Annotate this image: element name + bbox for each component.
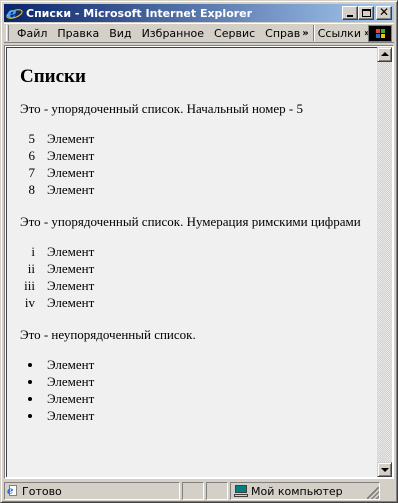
list-number: 7 [28,165,36,180]
list-item: iii Элемент [20,277,366,294]
list-item-text: Элемент [47,165,95,180]
status-panel-main: e Готово [4,482,180,500]
list-item-text: Элемент [47,182,95,197]
list-item: Элемент [20,407,366,424]
browser-window: e Списки - Microsoft Internet Explorer ✕… [0,0,398,503]
resize-grip-icon[interactable] [367,487,379,499]
roman-list-intro: Это - упорядоченный список. Нумерация ри… [20,214,361,229]
status-bar: e Готово Мой компьютер [4,482,394,500]
list-item-text: Элемент [47,408,95,423]
windows-logo-icon [376,29,386,39]
scroll-up-button[interactable] [377,47,392,62]
list-number: iv [24,295,35,310]
status-panel-progress [182,482,204,500]
status-text: Готово [22,484,62,498]
content-frame: Списки Это - упорядоченный список. Начал… [4,45,394,479]
maximize-icon [362,9,371,17]
page-heading: Списки [20,66,86,87]
close-icon: ✕ [378,5,390,19]
minimize-icon [347,15,353,17]
roman-ordered-list: i Элемент ii Элемент iii Элемент iv Элемент [20,243,366,311]
list-number: ii [27,261,35,276]
list-item: iv Элемент [20,294,366,311]
ordered-list: 5 Элемент 6 Элемент 7 Элемент 8 Элемент [20,130,366,198]
list-item-text: Элемент [47,374,95,389]
list-item: 6 Элемент [20,147,366,164]
list-item-text: Элемент [47,244,95,259]
list-number: 6 [28,148,36,163]
list-item: 8 Элемент [20,181,366,198]
status-panel-zone: Мой компьютер [230,482,380,500]
unordered-list-intro: Это - неупорядоченный список. [20,327,196,342]
minimize-button[interactable] [342,6,358,20]
bullet-icon [20,407,47,424]
list-number: 5 [28,131,36,146]
list-item: Элемент [20,373,366,390]
menu-help[interactable]: Справ [260,27,301,40]
toolbar-grip[interactable] [6,25,9,41]
list-number: i [31,244,35,259]
scroll-down-button[interactable] [377,462,392,477]
window-controls: ✕ [342,5,392,20]
list-item-text: Элемент [47,278,95,293]
menu-tools[interactable]: Сервис [209,27,260,40]
title-bar[interactable]: e Списки - Microsoft Internet Explorer ✕ [4,4,394,22]
menu-view[interactable]: Вид [104,27,136,40]
list-item-text: Элемент [47,261,95,276]
list-item-text: Элемент [47,295,95,310]
list-item: Элемент [20,390,366,407]
close-button[interactable]: ✕ [376,5,392,20]
list-item: Элемент [20,356,366,373]
status-panel-security [206,482,228,500]
ordered-list-intro: Это - упорядоченный список. Начальный но… [20,101,303,116]
arrow-down-icon [381,468,389,472]
list-item: 5 Элемент [20,130,366,147]
window-title: Списки - Microsoft Internet Explorer [26,6,253,20]
my-computer-icon [234,485,248,497]
list-item: 7 Элемент [20,164,366,181]
list-item-text: Элемент [47,357,95,372]
document: Списки Это - упорядоченный список. Начал… [7,66,378,424]
bullet-icon [20,373,47,390]
list-item: ii Элемент [20,260,366,277]
list-item-text: Элемент [47,131,95,146]
page-icon: e [7,485,19,497]
bullet-icon [20,390,47,407]
list-number: 8 [28,182,36,197]
list-number: iii [24,278,35,293]
menu-favorites[interactable]: Избранное [137,27,209,40]
bullet-icon [20,356,47,373]
list-item-text: Элемент [47,148,95,163]
maximize-button[interactable] [358,6,374,20]
menu-edit[interactable]: Правка [52,27,104,40]
security-zone-label: Мой компьютер [251,484,343,498]
list-item-text: Элемент [47,391,95,406]
menu-more-chevron-icon[interactable]: » [302,28,308,39]
list-item: i Элемент [20,243,366,260]
unordered-list: Элемент Элемент Элемент Элемент [20,356,366,424]
menu-bar: Файл Правка Вид Избранное Сервис Справ »… [4,23,394,43]
vertical-scrollbar[interactable] [377,47,392,477]
arrow-up-icon [381,52,389,56]
internet-explorer-icon[interactable]: e [5,4,24,22]
windows-logo-throbber [368,25,392,42]
links-toolbar-label[interactable]: Ссылки [315,27,363,40]
page-viewport: Списки Это - упорядоченный список. Начал… [6,47,378,477]
menu-file[interactable]: Файл [12,27,52,40]
